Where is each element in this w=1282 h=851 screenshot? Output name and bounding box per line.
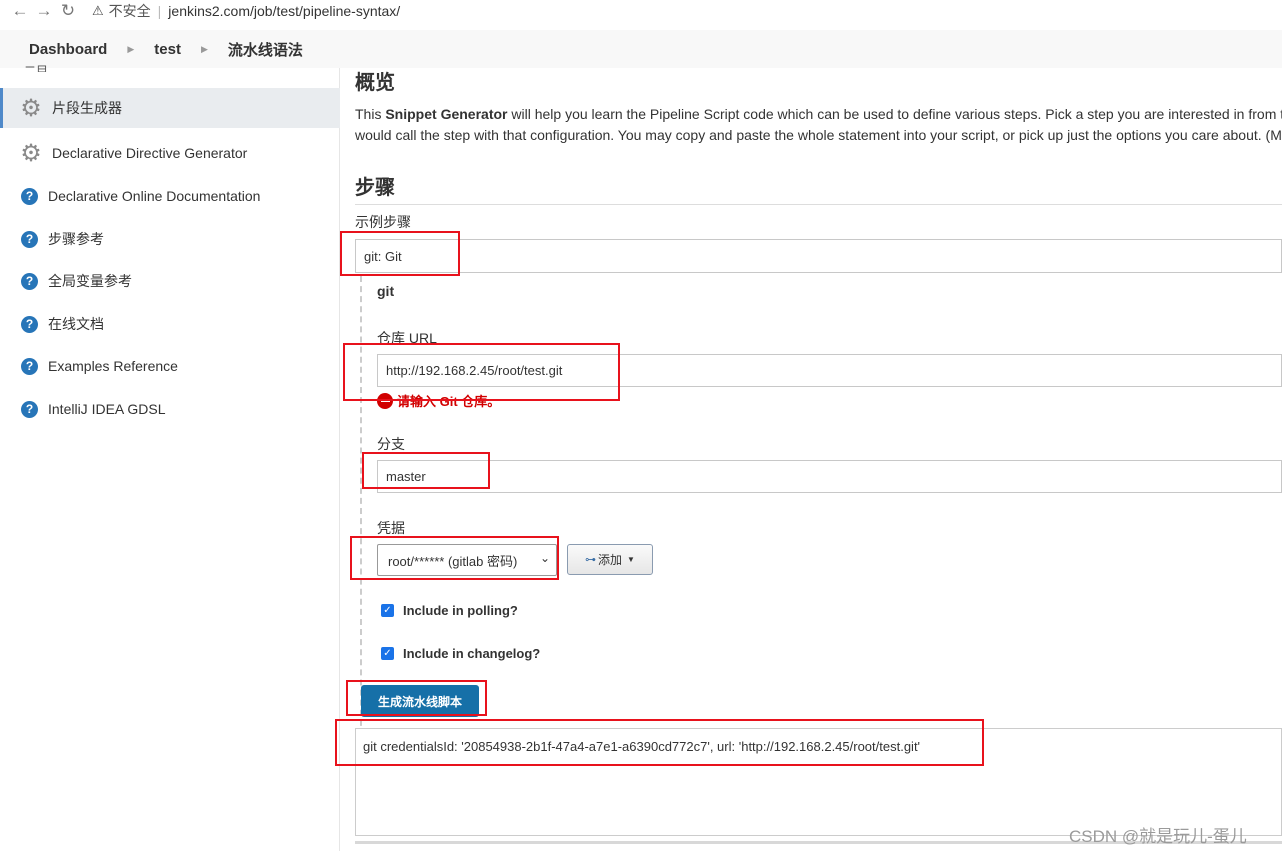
help-icon: ? xyxy=(21,272,38,290)
sidebar-item-step-reference[interactable]: ? 步骤参考 xyxy=(0,219,340,259)
steps-title: 步骤 xyxy=(355,171,1282,205)
sidebar-item-label: Examples Reference xyxy=(48,358,178,374)
warning-icon[interactable]: ⚠ xyxy=(92,3,104,19)
description-bold: Snippet Generator xyxy=(385,106,508,122)
sidebar-item-global-variables[interactable]: ? 全局变量参考 xyxy=(0,261,340,301)
reload-icon[interactable]: ↻ xyxy=(56,1,80,21)
description-line-2: would call the step with that configurat… xyxy=(355,127,1282,143)
polling-label: Include in polling? xyxy=(403,603,518,618)
breadcrumb-test[interactable]: test xyxy=(148,41,187,58)
generated-script-output[interactable]: git credentialsId: '20854938-2b1f-47a4-a… xyxy=(355,728,1282,836)
breadcrumb-arrow-icon[interactable]: ▶ xyxy=(127,44,134,55)
help-icon: ? xyxy=(21,187,38,205)
address-divider: | xyxy=(157,3,162,19)
breadcrumb: Dashboard ▶ test ▶ 流水线语法 xyxy=(0,30,1282,68)
credentials-select[interactable]: root/****** (gitlab 密码) ⌄ xyxy=(377,544,557,576)
help-icon: ? xyxy=(21,357,38,375)
watermark: CSDN @就是玩儿-蛋儿 xyxy=(1069,827,1247,846)
sidebar-item-partial[interactable]: 二目 xyxy=(24,62,48,72)
nested-guide-line xyxy=(360,276,362,746)
sample-step-label: 示例步骤 xyxy=(355,214,411,230)
sidebar-item-label: Declarative Online Documentation xyxy=(48,188,261,204)
branch-input[interactable]: master xyxy=(377,460,1282,493)
sidebar-item-declarative-docs[interactable]: ? Declarative Online Documentation xyxy=(0,176,340,216)
error-message: 请输入 Git 仓库。 xyxy=(397,394,501,409)
error-icon xyxy=(377,392,393,409)
credentials-label: 凭据 xyxy=(377,520,405,536)
sidebar-item-online-docs[interactable]: ? 在线文档 xyxy=(0,304,340,344)
description-text: will help you learn the Pipeline Script … xyxy=(507,106,1282,122)
breadcrumb-pipeline-syntax[interactable]: 流水线语法 xyxy=(222,39,309,60)
sidebar-item-label: 步骤参考 xyxy=(48,231,104,247)
sidebar-item-label: 在线文档 xyxy=(48,316,104,332)
sidebar-item-snippet-generator[interactable]: ⚙ 片段生成器 xyxy=(0,88,340,128)
insecure-label[interactable]: 不安全 xyxy=(109,1,151,21)
polling-checkbox[interactable]: ✓ xyxy=(381,604,394,617)
breadcrumb-arrow-icon[interactable]: ▶ xyxy=(201,44,208,55)
repo-url-input[interactable]: http://192.168.2.45/root/test.git xyxy=(377,354,1282,387)
sidebar-item-intellij-gdsl[interactable]: ? IntelliJ IDEA GDSL xyxy=(0,389,340,429)
back-icon[interactable]: ← xyxy=(8,1,32,21)
chevron-down-icon: ⌄ xyxy=(539,551,550,565)
sidebar-item-examples-reference[interactable]: ? Examples Reference xyxy=(0,346,340,386)
include-polling-row[interactable]: ✓ Include in polling? xyxy=(381,603,518,618)
add-button-label: 添加 xyxy=(598,553,623,567)
help-icon: ? xyxy=(21,230,38,248)
gear-icon: ⚙ xyxy=(20,94,42,122)
sidebar-item-label: 全局变量参考 xyxy=(48,273,132,289)
git-step-label: git xyxy=(377,283,395,299)
repo-url-label: 仓库 URL xyxy=(377,330,437,346)
key-icon: ⊶ xyxy=(585,554,597,566)
caret-down-icon: ▼ xyxy=(627,555,635,564)
forward-icon[interactable]: → xyxy=(32,1,56,21)
branch-label: 分支 xyxy=(377,436,405,452)
help-icon: ? xyxy=(21,315,38,333)
browser-toolbar: ← → ↻ ⚠ 不安全 | jenkins2.com/job/test/pipe… xyxy=(0,0,1282,22)
include-changelog-row[interactable]: ✓ Include in changelog? xyxy=(381,646,540,661)
sidebar-item-label: IntelliJ IDEA GDSL xyxy=(48,401,166,417)
sidebar-item-label: 片段生成器 xyxy=(52,100,122,116)
overview-title: 概览 xyxy=(355,72,395,94)
help-icon: ? xyxy=(21,400,38,418)
sample-step-select[interactable]: git: Git xyxy=(355,239,1282,273)
repo-url-error: 请输入 Git 仓库。 xyxy=(377,391,500,410)
sidebar-item-directive-generator[interactable]: ⚙ Declarative Directive Generator xyxy=(0,133,340,173)
description-text: This xyxy=(355,106,386,122)
breadcrumb-dashboard[interactable]: Dashboard xyxy=(23,41,113,58)
credentials-value: root/****** (gitlab 密码) xyxy=(388,553,518,569)
description-line-1: This Snippet Generator will help you lea… xyxy=(355,104,1282,125)
add-credentials-button[interactable]: ⊶ 添加 ▼ xyxy=(567,544,653,575)
changelog-label: Include in changelog? xyxy=(403,646,541,661)
gear-icon: ⚙ xyxy=(20,139,42,167)
address-bar-url[interactable]: jenkins2.com/job/test/pipeline-syntax/ xyxy=(168,3,400,19)
generate-script-button[interactable]: 生成流水线脚本 xyxy=(361,685,479,717)
changelog-checkbox[interactable]: ✓ xyxy=(381,647,394,660)
snippet-description: This Snippet Generator will help you lea… xyxy=(355,104,1282,146)
sidebar-item-label: Declarative Directive Generator xyxy=(52,145,248,161)
sidebar: 二目 ⚙ 片段生成器 ⚙ Declarative Directive Gener… xyxy=(0,64,340,851)
main-content: 概览 This Snippet Generator will help you … xyxy=(355,68,1282,851)
